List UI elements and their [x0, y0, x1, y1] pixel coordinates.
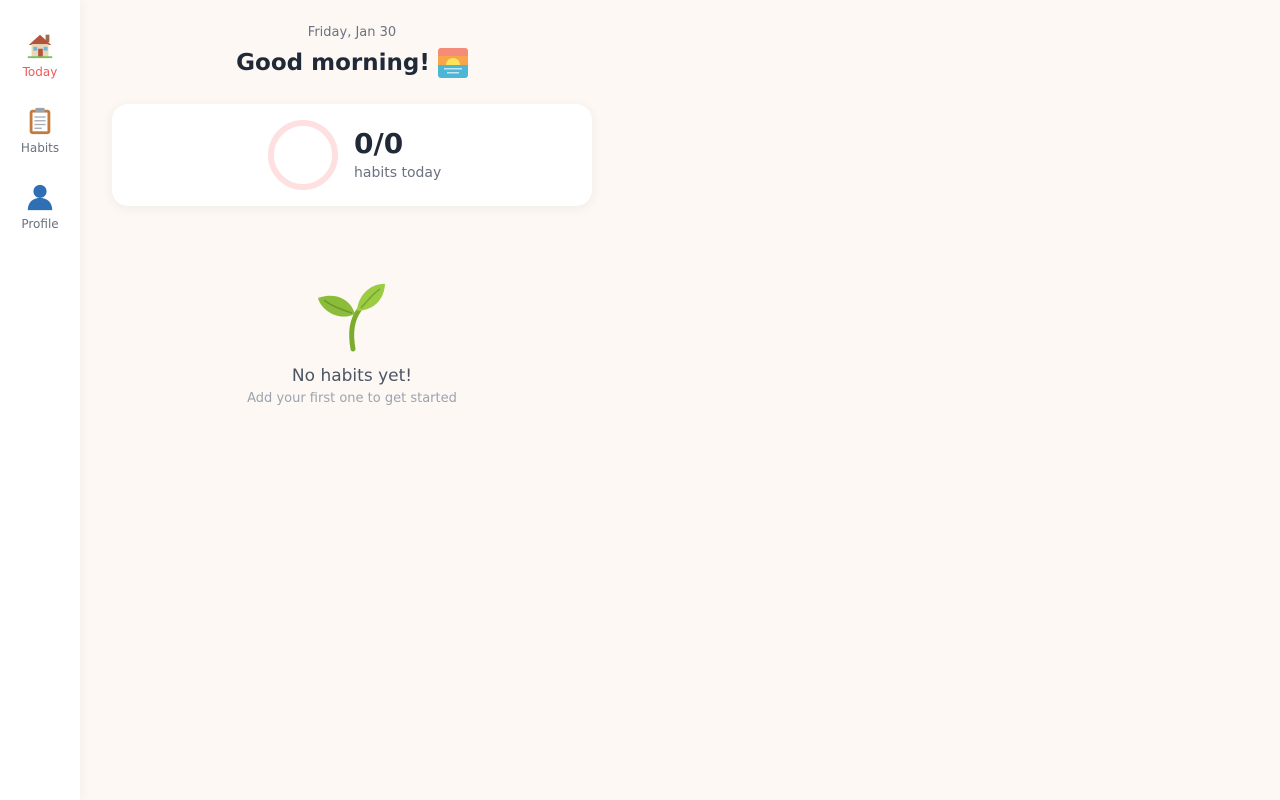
progress-label: habits today	[354, 165, 442, 181]
empty-state-subtitle: Add your first one to get started	[247, 391, 457, 406]
today-view: Friday, Jan 30 Good morning! 0/0 habits …	[80, 0, 1280, 800]
current-date: Friday, Jan 30	[307, 25, 397, 40]
user-icon	[27, 184, 53, 211]
house-icon	[27, 34, 53, 59]
sidebar-item-label: Habits	[20, 141, 60, 155]
progress-ring	[268, 120, 338, 190]
sunrise-icon	[437, 48, 468, 78]
sidebar-item-today[interactable]: Today	[0, 30, 80, 94]
sprout-icon	[318, 283, 385, 352]
greeting-text: Good morning!	[236, 50, 430, 76]
progress-count: 0/0	[354, 127, 404, 160]
sidebar: Today Habits Profile	[0, 0, 80, 800]
progress-card: 0/0 habits today	[112, 104, 592, 206]
empty-state-title: No habits yet!	[291, 366, 413, 386]
sidebar-item-habits[interactable]: Habits	[0, 106, 80, 170]
sidebar-item-label: Today	[22, 65, 58, 79]
greeting: Good morning!	[112, 47, 592, 79]
clipboard-icon	[29, 107, 51, 135]
sidebar-item-profile[interactable]: Profile	[0, 182, 80, 246]
sidebar-item-label: Profile	[21, 217, 59, 231]
empty-state: No habits yet! Add your first one to get…	[112, 280, 592, 408]
